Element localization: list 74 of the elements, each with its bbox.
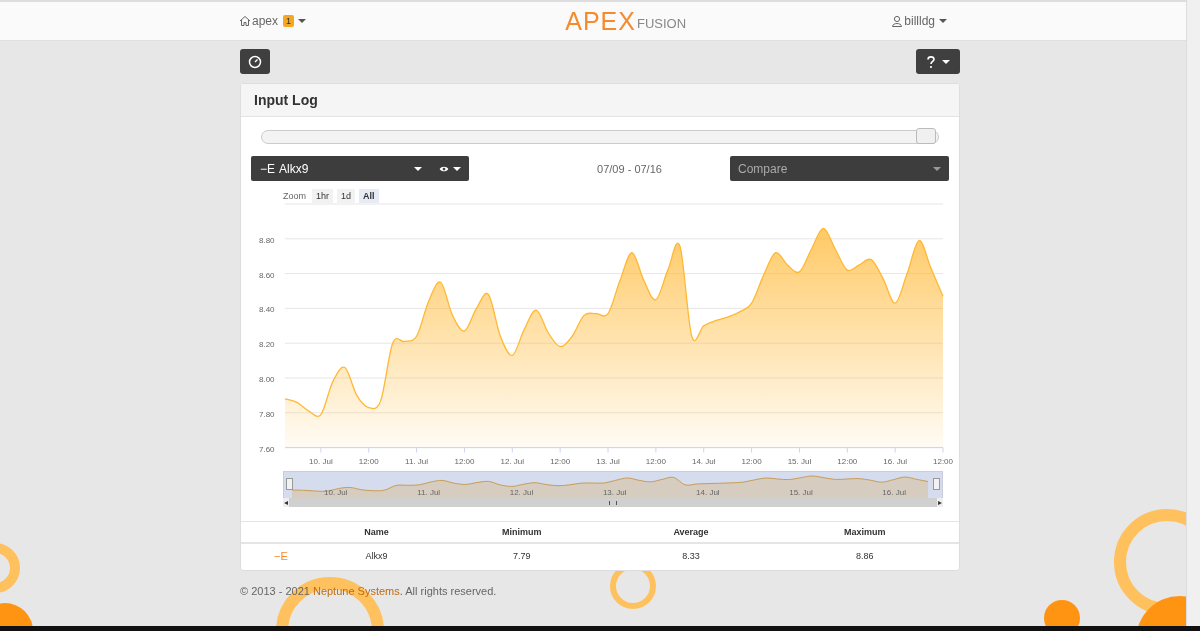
y-axis-label: 8.60 (259, 270, 275, 280)
caret-icon (933, 166, 941, 171)
card-title: Input Log (254, 92, 318, 108)
x-axis-label: 12:00 (550, 456, 571, 466)
compare-select[interactable]: Compare (730, 156, 949, 181)
dashboard-button[interactable] (240, 49, 270, 74)
x-axis-label: 12. Jul (500, 456, 525, 466)
zoom-label: Zoom (283, 191, 306, 201)
user-name: billldg (904, 14, 935, 28)
zoom-button[interactable]: All (359, 189, 379, 203)
y-axis-label: 7.80 (259, 409, 275, 419)
page-scrollbar[interactable] (1186, 0, 1200, 626)
table-cell: 8.86 (770, 543, 959, 570)
x-axis-label: 10. Jul (309, 456, 333, 466)
view-dropdown[interactable] (431, 156, 469, 181)
navigator-handle[interactable] (933, 478, 940, 490)
x-axis-label: 12:00 (645, 456, 666, 466)
navigator-label: 10. Jul (324, 488, 348, 497)
table-cell: 7.79 (432, 543, 612, 570)
scrollbar-grip[interactable] (609, 500, 617, 505)
column-header: Average (611, 521, 771, 543)
help-button[interactable] (916, 49, 960, 74)
caret-icon (298, 19, 307, 23)
input-icon: −E (274, 550, 288, 562)
navigator-drawing[interactable]: 10. Jul 11. Jul 12. Jul 13. Jul 14. Jul 15. Jul 16. Jul (283, 471, 943, 498)
navigator-label: 14. Jul (696, 488, 720, 497)
table-cell: 8.33 (611, 543, 771, 570)
y-axis-label: 8.00 (259, 375, 275, 384)
caret-icon (942, 59, 950, 64)
x-axis-label: 11. Jul (405, 456, 429, 466)
notification-count: 1 (283, 15, 295, 27)
user-menu[interactable]: billldg (885, 14, 953, 28)
logo-subtitle: FUSION (636, 15, 687, 31)
caret-icon (453, 166, 461, 171)
navigator-label: 16. Jul (882, 488, 906, 497)
navigator-handle[interactable] (286, 478, 293, 490)
navigator-label: 13. Jul (602, 488, 627, 497)
y-axis-label: 7.60 (259, 444, 275, 454)
help-icon (926, 54, 936, 69)
input-select[interactable]: −E Alkx9 (251, 156, 431, 181)
caret-icon (939, 19, 947, 23)
user-icon (891, 15, 904, 27)
navigator-label: 12. Jul (509, 488, 534, 497)
x-axis-label: 13. Jul (596, 456, 620, 466)
column-header: Maximum (770, 521, 959, 543)
navigator-scrollbar[interactable]: ◂ ▸ (283, 498, 943, 507)
y-axis-label: 8.20 (259, 340, 275, 350)
navigator-label: 15. Jul (789, 488, 813, 497)
caret-icon (414, 166, 422, 171)
x-axis-label: 12:00 (358, 456, 379, 466)
range-slider-handle[interactable] (916, 128, 936, 144)
date-range: 07/09 - 07/16 (597, 162, 662, 175)
zoom-button[interactable]: 1d (337, 189, 356, 203)
column-header: Name (321, 521, 433, 543)
y-axis-label: 8.80 (259, 235, 275, 245)
range-slider-track[interactable] (261, 130, 939, 144)
x-axis-label: 12:00 (454, 456, 475, 466)
x-axis-label: 14. Jul (691, 456, 716, 466)
site-name: apex (252, 14, 279, 28)
disc-drawing (1044, 600, 1080, 626)
navigator-label: 11. Jul (417, 488, 441, 497)
column-header: Minimum (432, 521, 612, 543)
x-axis-label: 12:00 (741, 456, 762, 466)
y-axis-label: 8.40 (259, 305, 275, 315)
x-axis-label: 12:00 (837, 456, 858, 466)
x-axis-label: 12:00 (933, 456, 953, 466)
zoom-button[interactable]: 1hr (312, 189, 334, 203)
home-menu[interactable]: apex 1 (233, 14, 307, 28)
home-icon (239, 15, 251, 27)
logo-text: APEX (565, 8, 636, 34)
table-cell: Alkx9 (321, 543, 433, 570)
x-axis-label: 16. Jul (883, 456, 907, 466)
x-axis-label: 15. Jul (787, 456, 812, 466)
gauge-icon (248, 54, 262, 69)
